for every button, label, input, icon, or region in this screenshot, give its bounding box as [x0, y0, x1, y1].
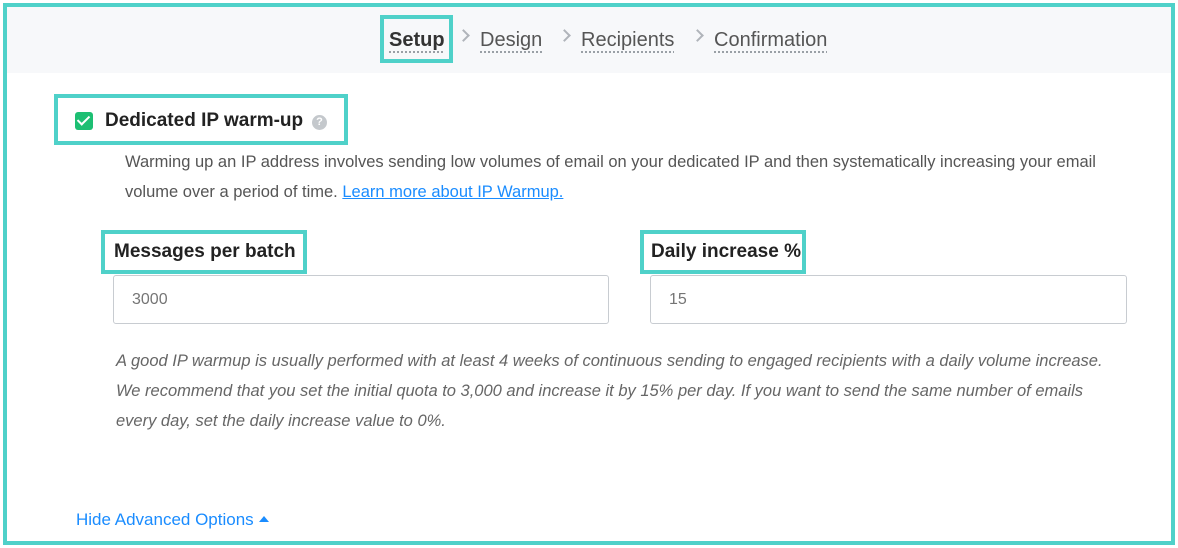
learn-more-link[interactable]: Learn more about IP Warmup.: [342, 183, 563, 201]
ip-warmup-description-text: Warming up an IP address involves sendin…: [125, 153, 1096, 201]
caret-up-icon: [258, 516, 269, 522]
daily-increase-label: Daily increase %: [651, 241, 801, 262]
hide-advanced-options-link[interactable]: Hide Advanced Options: [76, 510, 269, 530]
chevron-right-icon: [457, 29, 470, 42]
hide-advanced-options-label: Hide Advanced Options: [76, 510, 254, 529]
messages-per-batch-input[interactable]: [113, 275, 609, 324]
ip-warmup-title: Dedicated IP warm-up: [105, 110, 304, 131]
warmup-recommendation-note: A good IP warmup is usually performed wi…: [116, 352, 1103, 430]
chevron-right-icon: [558, 29, 571, 42]
wizard-steps: Setup Design Recipients Confirmation: [7, 7, 1171, 73]
help-icon[interactable]: ?: [312, 115, 327, 130]
step-confirmation[interactable]: Confirmation: [714, 29, 827, 52]
daily-increase-input[interactable]: [650, 275, 1127, 324]
messages-per-batch-label: Messages per batch: [114, 241, 296, 262]
step-recipients[interactable]: Recipients: [581, 29, 674, 52]
chevron-right-icon: [691, 29, 704, 42]
step-design[interactable]: Design: [480, 29, 542, 52]
ip-warmup-description: Warming up an IP address involves sendin…: [125, 147, 1125, 207]
ip-warmup-checkbox[interactable]: [75, 112, 93, 130]
step-setup[interactable]: Setup: [389, 29, 445, 52]
page-frame: Setup Design Recipients Confirmation Ded…: [3, 3, 1175, 545]
